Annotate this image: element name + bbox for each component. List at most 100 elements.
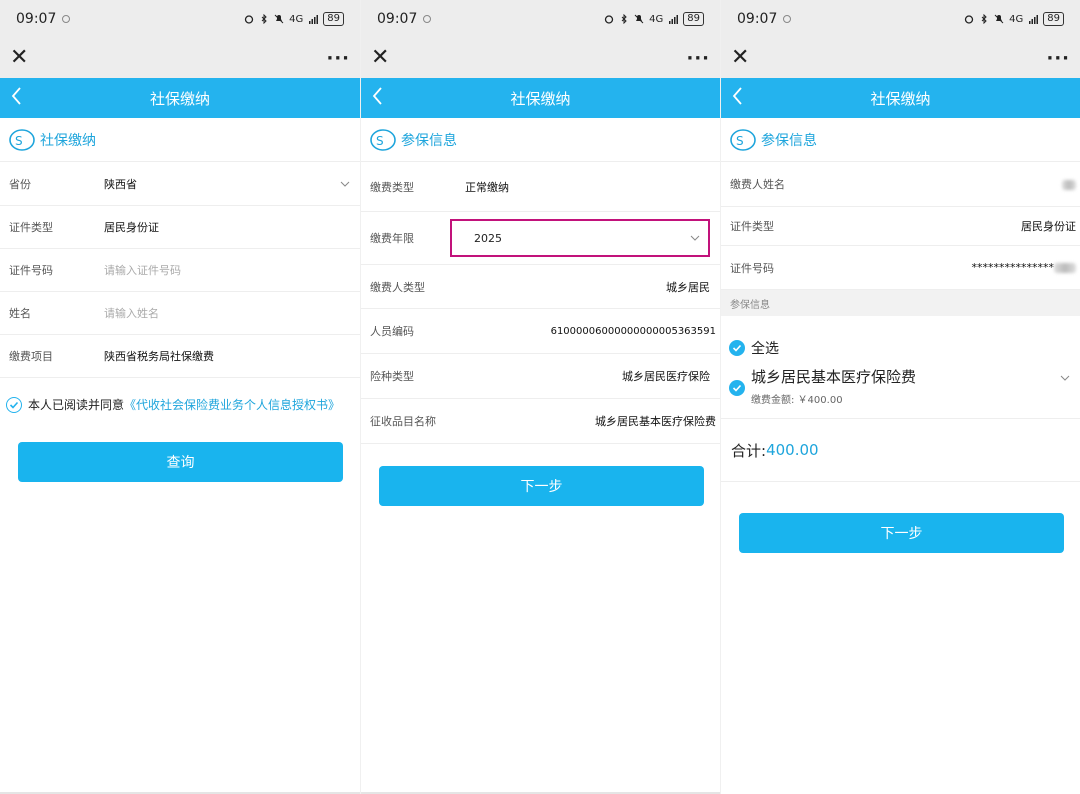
total-row: 合计: 400.00 <box>721 418 1080 482</box>
network-label: 4G <box>289 13 304 25</box>
signal-icon <box>309 15 319 24</box>
select-all-row[interactable]: 全选 <box>729 338 1070 358</box>
province-label: 省份 <box>9 177 31 191</box>
network-label: 4G <box>1009 13 1024 25</box>
item-amount: 缴费金额: ￥400.00 <box>751 391 916 406</box>
person-code-label: 人员编码 <box>370 325 414 338</box>
payment-item-value: 陕西省税务局社保缴费 <box>104 350 214 363</box>
id-number-row[interactable]: 证件号码 请输入证件号码 <box>0 249 360 292</box>
window-topbar: ✕ ··· <box>721 38 1080 78</box>
next-button[interactable]: 下一步 <box>739 513 1064 553</box>
more-icon[interactable]: ··· <box>686 48 710 69</box>
back-icon[interactable] <box>371 86 385 106</box>
page-title: 社保缴纳 <box>870 89 931 108</box>
back-icon[interactable] <box>10 86 24 106</box>
notification-icon <box>423 15 432 23</box>
province-row[interactable]: 省份 陕西省 <box>0 162 360 206</box>
agree-link[interactable]: 《代收社会保险费业务个人信息授权书》 <box>124 396 340 413</box>
window-topbar: ✕ ··· <box>361 38 720 78</box>
battery-icon: 89 <box>683 12 704 26</box>
insurance-list: 全选 城乡居民基本医疗保险费 缴费金额: ￥400.00 <box>721 316 1080 406</box>
more-icon[interactable]: ··· <box>1046 48 1070 69</box>
person-code-value: 61000006000000000005363591 <box>550 325 716 337</box>
agree-checkbox[interactable] <box>6 396 22 413</box>
id-number-label: 证件号码 <box>9 264 53 277</box>
notification-icon <box>783 15 792 23</box>
agree-text: 本人已阅读并同意 <box>28 398 125 412</box>
item-amount-value: ￥400.00 <box>797 395 843 406</box>
item-name: 城乡居民基本医疗保险费 <box>751 368 917 386</box>
id-type-label: 证件类型 <box>730 220 774 233</box>
insurance-type-row: 险种类型 城乡居民医疗保险 <box>361 354 720 399</box>
id-type-label: 证件类型 <box>9 221 53 234</box>
battery-icon: 89 <box>1043 12 1064 26</box>
id-type-value: 居民身份证 <box>1021 220 1076 233</box>
social-security-logo-icon: S <box>9 128 35 151</box>
bluetooth-icon <box>261 14 267 24</box>
section-title: S 参保信息 <box>721 118 1080 162</box>
id-type-row: 证件类型 居民身份证 <box>721 207 1080 246</box>
payment-year-value: 2025 <box>474 231 502 245</box>
payment-item-row[interactable]: 缴费项目 陕西省税务局社保缴费 <box>0 335 360 378</box>
select-all-checkbox[interactable] <box>729 340 745 356</box>
notification-icon <box>62 15 71 23</box>
alarm-icon <box>244 15 254 24</box>
status-bar: 09:07 4G 89 <box>0 0 360 38</box>
chevron-down-icon[interactable] <box>1060 374 1070 382</box>
status-bar: 09:07 4G 89 <box>721 0 1080 38</box>
agreement: 本人已阅读并同意 《代收社会保险费业务个人信息授权书》 <box>0 378 360 413</box>
section-title: S 参保信息 <box>361 118 720 162</box>
page-title: 社保缴纳 <box>510 89 571 108</box>
close-icon[interactable]: ✕ <box>371 47 389 69</box>
section-title-text: 参保信息 <box>761 132 817 149</box>
payer-type-label: 缴费人类型 <box>370 280 425 294</box>
section-title-text: 参保信息 <box>401 132 457 149</box>
chevron-down-icon <box>340 181 350 187</box>
battery-icon: 89 <box>323 12 344 26</box>
mute-icon <box>634 14 644 24</box>
payment-item-label: 缴费项目 <box>9 350 53 363</box>
status-time: 09:07 <box>737 11 778 27</box>
id-number-label: 证件号码 <box>730 261 774 275</box>
collection-item-label: 征收品目名称 <box>370 415 436 428</box>
page-header: 社保缴纳 <box>0 78 360 118</box>
next-button[interactable]: 下一步 <box>379 466 704 506</box>
payment-year-row: 缴费年限 2025 <box>361 212 720 265</box>
id-number-masked: *************** <box>971 261 1055 274</box>
screen-confirm: 09:07 4G 89 ✕ ··· 社保缴纳 S 参保信息 缴费人姓名 证件类型… <box>720 0 1080 794</box>
payer-type-row: 缴费人类型 城乡居民 <box>361 265 720 309</box>
page-header: 社保缴纳 <box>361 78 720 118</box>
payer-name-row: 缴费人姓名 <box>721 162 1080 207</box>
alarm-icon <box>964 15 974 24</box>
name-input[interactable]: 请输入姓名 <box>104 305 159 321</box>
bluetooth-icon <box>981 14 987 24</box>
network-label: 4G <box>649 13 664 25</box>
close-icon[interactable]: ✕ <box>731 47 749 69</box>
close-icon[interactable]: ✕ <box>10 47 28 69</box>
redacted-mark <box>1054 263 1076 273</box>
id-type-row[interactable]: 证件类型 居民身份证 <box>0 206 360 249</box>
alarm-icon <box>604 15 614 24</box>
svg-text:S: S <box>736 134 744 148</box>
province-value: 陕西省 <box>104 177 137 191</box>
item-checkbox[interactable] <box>729 380 745 396</box>
more-icon[interactable]: ··· <box>326 48 350 69</box>
name-row[interactable]: 姓名 请输入姓名 <box>0 292 360 335</box>
mute-icon <box>994 14 1004 24</box>
back-icon[interactable] <box>731 86 745 106</box>
bluetooth-icon <box>621 14 627 24</box>
query-button[interactable]: 查询 <box>18 442 343 482</box>
mute-icon <box>274 14 284 24</box>
name-label: 姓名 <box>9 307 31 320</box>
id-type-value: 居民身份证 <box>104 221 159 234</box>
total-value: 400.00 <box>766 441 819 459</box>
payment-year-select[interactable]: 2025 <box>450 219 710 257</box>
insurance-type-label: 险种类型 <box>370 370 414 383</box>
payer-name-label: 缴费人姓名 <box>730 178 785 191</box>
payer-name-value <box>1062 178 1076 191</box>
id-number-input[interactable]: 请输入证件号码 <box>104 262 181 278</box>
insurance-item[interactable]: 城乡居民基本医疗保险费 缴费金额: ￥400.00 <box>729 366 1070 406</box>
check-icon <box>732 344 742 352</box>
payment-type-row: 缴费类型 正常缴纳 <box>361 162 720 212</box>
check-icon <box>9 401 19 409</box>
